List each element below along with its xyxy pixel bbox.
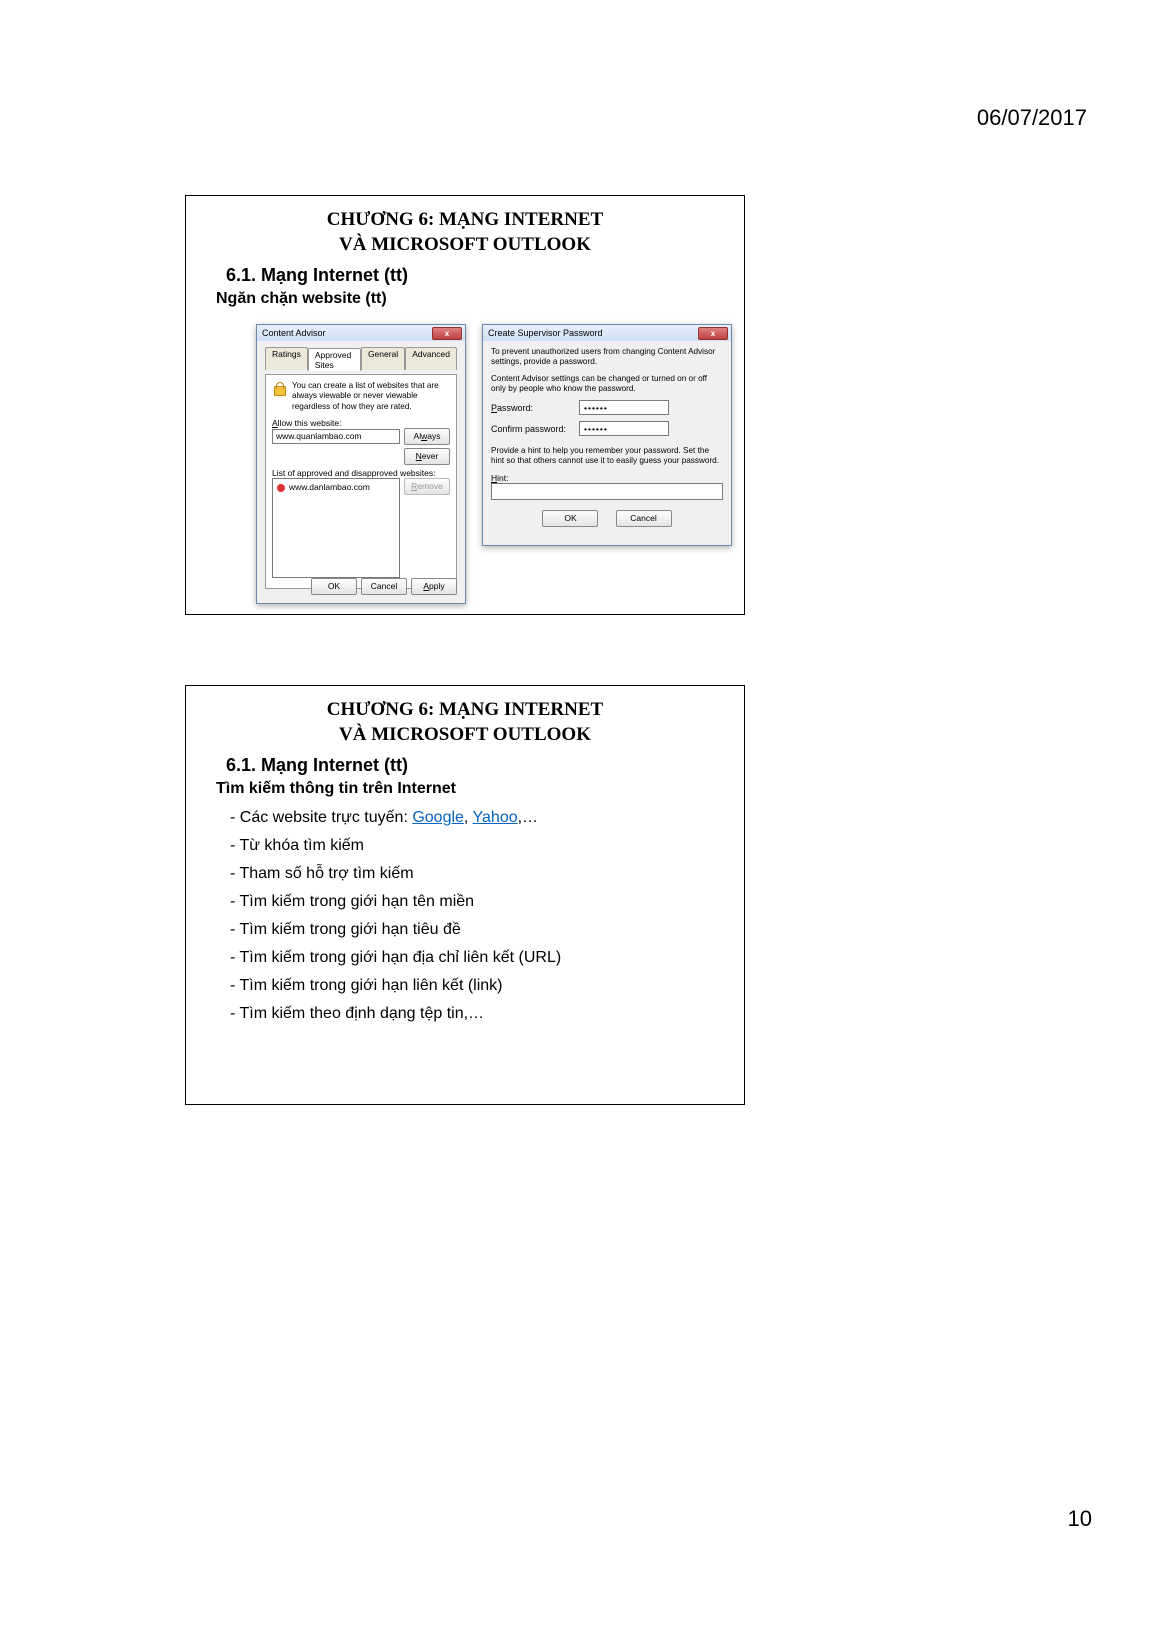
cancel-button[interactable]: Cancel: [361, 578, 407, 595]
bullet-item: - Tìm kiếm trong giới hạn tiêu đề: [230, 916, 744, 944]
dialog1-bottom-buttons: OK Cancel Apply: [311, 578, 457, 595]
ok-button[interactable]: OK: [311, 578, 357, 595]
password-label: Password:: [491, 403, 571, 413]
dialog2-titlebar: Create Supervisor Password x: [483, 325, 731, 341]
bullet-item: - Các website trực tuyến: Google, Yahoo,…: [230, 804, 744, 832]
bullet-item: - Tìm kiếm trong giới hạn địa chỉ liên k…: [230, 944, 744, 972]
title-line1: CHƯƠNG 6: MẠNG INTERNET: [327, 209, 603, 230]
tab-general[interactable]: General: [361, 347, 405, 370]
dialog-content-advisor: Content Advisor x Ratings Approved Sites…: [256, 324, 466, 604]
slide-title-1: CHƯƠNG 6: MẠNG INTERNET VÀ MICROSOFT OUT…: [186, 208, 744, 257]
bullet-item: - Tìm kiếm trong giới hạn liên kết (link…: [230, 972, 744, 1000]
dialog-create-password: Create Supervisor Password x To prevent …: [482, 324, 732, 546]
dialog2-text2: Content Advisor settings can be changed …: [491, 374, 723, 395]
list-item[interactable]: www.danlambao.com: [277, 482, 395, 492]
remove-button[interactable]: Remove: [404, 478, 450, 495]
tab-panel: You can create a list of websites that a…: [265, 374, 457, 589]
ok-button[interactable]: OK: [542, 510, 598, 527]
dialog2-title-text: Create Supervisor Password: [488, 328, 603, 338]
slide-2: CHƯƠNG 6: MẠNG INTERNET VÀ MICROSOFT OUT…: [185, 685, 745, 1105]
slide-title-2: CHƯƠNG 6: MẠNG INTERNET VÀ MICROSOFT OUT…: [186, 698, 744, 747]
title-line2: VÀ MICROSOFT OUTLOOK: [339, 234, 591, 255]
hint-description: Provide a hint to help you remember your…: [491, 446, 723, 467]
subsection-heading-1: Ngăn chặn website (tt): [216, 290, 744, 308]
title-line2: VÀ MICROSOFT OUTLOOK: [339, 724, 591, 745]
approved-list[interactable]: www.danlambao.com: [272, 478, 400, 578]
cancel-button[interactable]: Cancel: [616, 510, 672, 527]
bullet-list: - Các website trực tuyến: Google, Yahoo,…: [230, 804, 744, 1028]
tabs-row: Ratings Approved Sites General Advanced: [265, 347, 457, 370]
section-heading-2: 6.1. Mạng Internet (tt): [226, 755, 744, 776]
page-date: 06/07/2017: [977, 105, 1087, 131]
always-button[interactable]: Always: [404, 428, 450, 445]
lock-icon: [272, 381, 286, 395]
never-button[interactable]: Never: [404, 448, 450, 465]
hint-input[interactable]: [491, 483, 723, 500]
dialog1-description: You can create a list of websites that a…: [292, 381, 450, 412]
password-input[interactable]: [579, 400, 669, 415]
link-yahoo[interactable]: Yahoo: [473, 809, 518, 826]
apply-button[interactable]: Apply: [411, 578, 457, 595]
close-icon[interactable]: x: [432, 327, 462, 340]
close-icon[interactable]: x: [698, 327, 728, 340]
bullet-item: - Từ khóa tìm kiếm: [230, 832, 744, 860]
hint-label: Hint:: [491, 473, 723, 483]
confirm-password-label: Confirm password:: [491, 424, 571, 434]
tab-advanced[interactable]: Advanced: [405, 347, 457, 370]
bullet1-suffix: ,…: [518, 809, 538, 826]
disapproved-item-text: www.danlambao.com: [289, 482, 370, 492]
title-line1: CHƯƠNG 6: MẠNG INTERNET: [327, 699, 603, 720]
bullet-item: - Tham số hỗ trợ tìm kiếm: [230, 860, 744, 888]
confirm-password-input[interactable]: [579, 421, 669, 436]
minus-icon: [277, 484, 285, 492]
subsection-heading-2: Tìm kiếm thông tin trên Internet: [216, 780, 744, 798]
tab-approved-sites[interactable]: Approved Sites: [308, 348, 361, 371]
bullet1-prefix: - Các website trực tuyến:: [230, 809, 412, 826]
tab-ratings[interactable]: Ratings: [265, 347, 308, 370]
bullet1-sep: ,: [464, 809, 473, 826]
dialog1-title-text: Content Advisor: [262, 328, 326, 338]
bullet-item: - Tìm kiếm theo định dạng tệp tin,…: [230, 1000, 744, 1028]
dialog2-text1: To prevent unauthorized users from chang…: [491, 347, 723, 368]
link-google[interactable]: Google: [412, 809, 464, 826]
dialog1-titlebar: Content Advisor x: [257, 325, 465, 341]
slide-1: CHƯƠNG 6: MẠNG INTERNET VÀ MICROSOFT OUT…: [185, 195, 745, 615]
page-number: 10: [1068, 1506, 1092, 1532]
list-label: List of approved and disapproved website…: [272, 468, 450, 478]
section-heading-1: 6.1. Mạng Internet (tt): [226, 265, 744, 286]
allow-website-label: Allow this website:: [272, 418, 450, 428]
bullet-item: - Tìm kiếm trong giới hạn tên miền: [230, 888, 744, 916]
allow-website-input[interactable]: [272, 429, 400, 444]
